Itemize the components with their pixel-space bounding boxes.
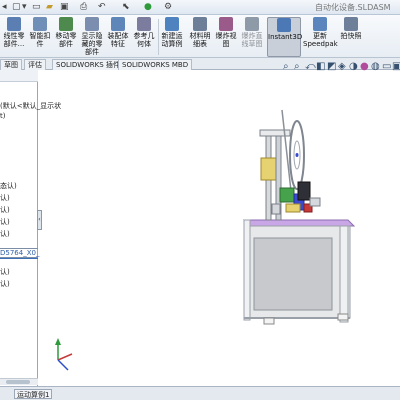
document-title: 自动化设备.SLDASM bbox=[315, 3, 391, 12]
dropdown-icon[interactable]: ▾ bbox=[22, 1, 27, 13]
bom-icon bbox=[193, 17, 207, 31]
tab-motion-study[interactable]: 运动算例1 bbox=[14, 389, 53, 399]
feature-manager-tree: (默认<默认_显示状 t) 态认) 认) 认) 认) 认) D5764_X0_ … bbox=[0, 70, 61, 386]
linear-pattern-button[interactable]: 线性零 部件... bbox=[2, 17, 26, 57]
update-speedpak-button[interactable]: 更新 Speedpak bbox=[303, 17, 338, 57]
tree-item[interactable]: t) bbox=[0, 112, 5, 120]
assembly-features-button[interactable]: 装配体 特征 bbox=[106, 17, 130, 57]
save-icon[interactable]: ▣ bbox=[60, 1, 69, 13]
quick-access-arrow-icon[interactable]: ◂ bbox=[2, 1, 7, 13]
move-component-icon bbox=[59, 17, 73, 31]
new-icon[interactable]: ▢ bbox=[12, 1, 21, 13]
print-icon[interactable]: ⎙ bbox=[80, 1, 87, 13]
tree-item[interactable]: 认) bbox=[0, 206, 10, 214]
machine-frame bbox=[242, 219, 356, 325]
smart-fasteners-icon bbox=[33, 17, 47, 31]
tab-solidworks-mbd[interactable]: SOLIDWORKS MBD bbox=[118, 59, 193, 70]
new-motion-study-button[interactable]: 新建运 动算例 bbox=[160, 17, 184, 57]
tab-solidworks-addins[interactable]: SOLIDWORKS 插件 bbox=[52, 59, 124, 70]
command-manager-ribbon: 线性零 部件... 智能扣 件 移动零 部件 显示隐 藏的零 部件 装配体 特征… bbox=[0, 15, 400, 58]
solidworks-window: ◂ ▢ ▾ ▭ ▰ ▣ ⎙ ↶ ⬉ ● ⚙ 自动化设备.SLDASM 线性零 部… bbox=[0, 0, 400, 400]
rebuild-icon[interactable]: ● bbox=[144, 1, 152, 13]
assembly-feature-icon bbox=[111, 17, 125, 31]
undo-icon[interactable]: ↶ bbox=[98, 1, 106, 13]
show-hidden-icon bbox=[85, 17, 99, 31]
take-snapshot-button[interactable]: 拍快照 bbox=[339, 17, 363, 57]
motion-study-icon bbox=[165, 17, 179, 31]
axis-triad bbox=[55, 338, 73, 371]
tree-item-selected[interactable]: D5764_X0_ bbox=[0, 249, 39, 257]
smart-fasteners-button[interactable]: 智能扣 件 bbox=[28, 17, 52, 57]
snapshot-icon bbox=[344, 17, 358, 31]
tab-evaluate[interactable]: 评估 bbox=[24, 59, 46, 70]
status-bar: 运动算例1 bbox=[0, 386, 400, 400]
tree-item[interactable]: 认) bbox=[0, 268, 10, 276]
rollback-bar[interactable] bbox=[0, 258, 38, 259]
instant3d-button[interactable]: Instant3D bbox=[267, 17, 302, 57]
tree-item[interactable]: 认) bbox=[0, 230, 10, 238]
feature-manager-toolbar bbox=[0, 70, 38, 82]
folder-icon[interactable]: ▰ bbox=[46, 1, 53, 13]
title-bar: ◂ ▢ ▾ ▭ ▰ ▣ ⎙ ↶ ⬉ ● ⚙ 自动化设备.SLDASM bbox=[0, 0, 400, 15]
tab-sketch[interactable]: 草图 bbox=[0, 59, 22, 70]
instant3d-icon bbox=[277, 18, 291, 32]
reference-geometry-icon bbox=[137, 17, 151, 31]
speedpak-icon bbox=[313, 17, 327, 31]
tree-item[interactable]: 认) bbox=[0, 218, 10, 226]
options-icon[interactable]: ⚙ bbox=[164, 1, 172, 13]
reference-geometry-button[interactable]: 参考几 何体 bbox=[132, 17, 156, 57]
tree-item[interactable]: 认) bbox=[0, 280, 10, 288]
move-component-button[interactable]: 移动零 部件 bbox=[54, 17, 78, 57]
tree-item[interactable]: 认) bbox=[0, 194, 10, 202]
horizontal-scrollbar[interactable] bbox=[0, 378, 38, 385]
show-hidden-components-button[interactable]: 显示隐 藏的零 部件 bbox=[80, 17, 104, 57]
select-icon[interactable]: ⬉ bbox=[122, 1, 130, 13]
bill-of-materials-button[interactable]: 材料明 细表 bbox=[188, 17, 212, 57]
graphics-area[interactable] bbox=[42, 70, 400, 386]
ribbon-separator bbox=[158, 19, 159, 55]
exploded-view-icon bbox=[219, 17, 233, 31]
exploded-view-button[interactable]: 爆炸视 图 bbox=[214, 17, 238, 57]
open-icon[interactable]: ▭ bbox=[32, 1, 41, 13]
tree-item[interactable]: 态认) bbox=[0, 182, 17, 190]
explode-line-icon bbox=[245, 17, 259, 31]
linear-pattern-icon bbox=[7, 17, 21, 31]
scrollbar-thumb[interactable] bbox=[6, 380, 30, 384]
explode-line-sketch-button[interactable]: 爆炸直 线草图 bbox=[240, 17, 264, 57]
assembly-model[interactable] bbox=[42, 70, 400, 386]
